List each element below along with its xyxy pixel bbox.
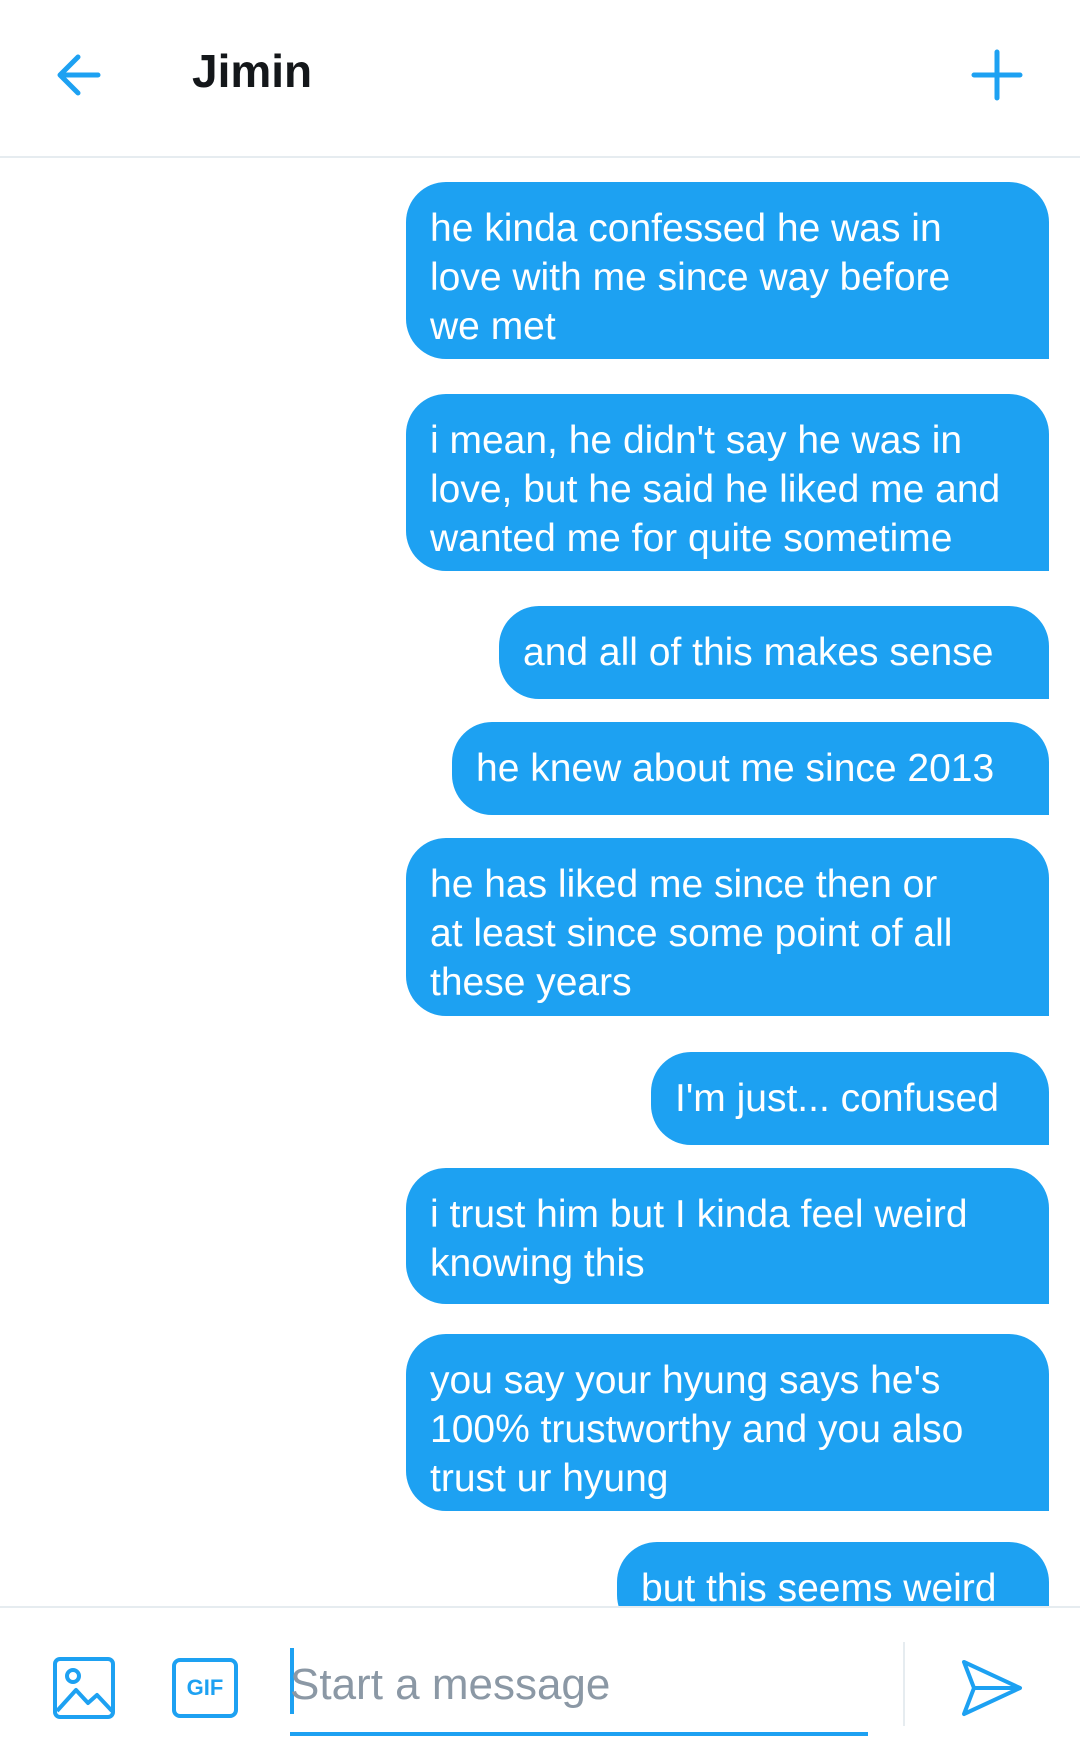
add-image-button[interactable] [52, 1656, 116, 1720]
dm-conversation-screen: Jimin he kinda confessed he was in love … [0, 0, 1080, 1757]
back-button[interactable] [50, 40, 120, 110]
new-item-button[interactable] [962, 40, 1032, 110]
message-bubble[interactable]: you say your hyung says he's 100% trustw… [406, 1334, 1049, 1511]
composer-divider [903, 1642, 905, 1726]
message-bubble[interactable]: i mean, he didn't say he was in love, bu… [406, 394, 1049, 571]
send-icon [962, 1660, 1022, 1716]
message-bubble[interactable]: I'm just... confused [651, 1052, 1049, 1145]
conversation-title: Jimin [192, 45, 313, 97]
message-composer: GIF [0, 1606, 1080, 1757]
message-bubble[interactable]: and all of this makes sense [499, 606, 1049, 699]
plus-icon [971, 49, 1023, 101]
message-bubble[interactable]: he knew about me since 2013 [452, 722, 1049, 815]
message-list[interactable]: he kinda confessed he was in love with m… [0, 158, 1080, 1606]
image-icon [53, 1657, 115, 1719]
message-bubble[interactable]: i trust him but I kinda feel weird knowi… [406, 1168, 1049, 1304]
conversation-header: Jimin [0, 0, 1080, 158]
message-bubble[interactable]: but this seems weird [617, 1542, 1049, 1606]
message-input[interactable] [290, 1650, 868, 1720]
message-bubble[interactable]: he has liked me since then or at least s… [406, 838, 1049, 1016]
message-input-wrapper [290, 1636, 868, 1736]
gif-button[interactable]: GIF [172, 1658, 238, 1718]
send-button[interactable] [958, 1654, 1026, 1722]
arrow-left-icon [57, 54, 101, 96]
message-bubble[interactable]: he kinda confessed he was in love with m… [406, 182, 1049, 359]
